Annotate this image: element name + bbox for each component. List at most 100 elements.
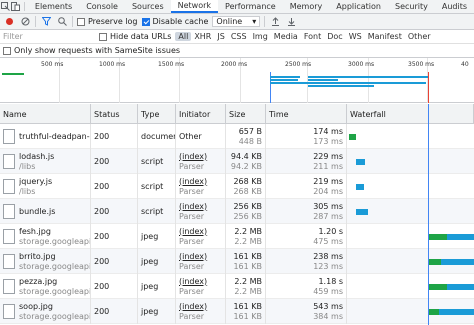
cell-type: script (138, 174, 176, 199)
cell-time: 174 ms 173 ms (266, 124, 347, 149)
cell-type: script (138, 199, 176, 224)
name-wrap: bundle.js (3, 199, 90, 224)
type-filter-doc[interactable]: Doc (324, 32, 345, 41)
name-wrap: soop.jpg storage.googleapi... (3, 299, 90, 324)
request-path: storage.googleapi... (19, 286, 90, 296)
cell-type: jpeg (138, 299, 176, 324)
initiator-value[interactable]: (index) (179, 227, 225, 237)
tab-elements[interactable]: Elements (28, 0, 79, 13)
cell-time: 238 ms 123 ms (266, 249, 347, 274)
toolbar-divider (35, 16, 36, 27)
clear-button[interactable] (19, 16, 31, 28)
table-body: truthful-deadpan-... 200 document Other … (0, 124, 474, 324)
waterfall-bar-download[interactable] (447, 234, 474, 240)
tab-sources[interactable]: Sources (125, 0, 171, 13)
cell-initiator: (index) Parser (176, 224, 226, 249)
type-filter-manifest[interactable]: Manifest (365, 32, 405, 41)
inspect-element-icon[interactable] (0, 0, 11, 13)
samesite-checkbox[interactable]: Only show requests with SameSite issues (3, 46, 180, 55)
waterfall-bar[interactable] (356, 209, 368, 215)
type-filter-css[interactable]: CSS (228, 32, 250, 41)
waterfall-bar-waiting[interactable] (429, 309, 439, 315)
filter-input[interactable]: Filter (3, 32, 93, 41)
tab-console[interactable]: Console (79, 0, 125, 13)
table-row[interactable]: lodash.js /libs 200 script (index) Parse… (0, 149, 474, 174)
waterfall-bar-download[interactable] (439, 309, 474, 315)
table-row[interactable]: truthful-deadpan-... 200 document Other … (0, 124, 474, 149)
cell-type: jpeg (138, 224, 176, 249)
preserve-log-label: Preserve log (88, 17, 138, 26)
table-row[interactable]: bundle.js 200 script (index) Parser 256 … (0, 199, 474, 224)
initiator-value[interactable]: (index) (179, 177, 225, 187)
initiator-value[interactable]: (index) (179, 302, 225, 312)
cell-status: 200 (91, 249, 138, 274)
request-name: bundle.js (19, 206, 56, 216)
column-header-type[interactable]: Type (138, 104, 176, 124)
overview-bar (308, 79, 338, 81)
type-filter-ws[interactable]: WS (346, 32, 365, 41)
type-filter-img[interactable]: Img (250, 32, 271, 41)
search-button[interactable] (56, 16, 68, 28)
cell-status: 200 (91, 224, 138, 249)
table-row[interactable]: jquery.js /libs 200 script (index) Parse… (0, 174, 474, 199)
samesite-row: Only show requests with SameSite issues (0, 44, 474, 58)
checkbox-box-checked (141, 17, 150, 26)
cell-name: jquery.js /libs (0, 174, 91, 199)
throttle-select[interactable]: Online ▾ (212, 16, 261, 27)
waterfall-bar-waiting[interactable] (429, 284, 447, 290)
cell-status: 200 (91, 124, 138, 149)
waterfall-bar[interactable] (356, 159, 365, 165)
time-sub: 475 ms (313, 236, 343, 246)
disable-cache-checkbox[interactable]: Disable cache (141, 17, 208, 26)
tab-audits[interactable]: Audits (435, 0, 474, 13)
tab-application[interactable]: Application (329, 0, 388, 13)
waterfall-bar-waiting[interactable] (429, 234, 447, 240)
initiator-value[interactable]: (index) (179, 152, 225, 162)
waterfall-bar-download[interactable] (441, 259, 474, 265)
overview-bar (270, 76, 300, 78)
initiator-value[interactable]: (index) (179, 202, 225, 212)
column-header-name[interactable]: Name (0, 104, 91, 124)
time-sub: 384 ms (313, 311, 343, 321)
record-button[interactable] (3, 16, 15, 28)
cell-time: 305 ms 287 ms (266, 199, 347, 224)
preserve-log-checkbox[interactable]: Preserve log (77, 17, 138, 26)
waterfall-bar[interactable] (349, 134, 356, 140)
tab-security[interactable]: Security (388, 0, 435, 13)
import-har-button[interactable] (269, 16, 281, 28)
filter-toggle-button[interactable] (40, 16, 52, 28)
table-row[interactable]: pezza.jpg storage.googleapi... 200 jpeg … (0, 274, 474, 299)
column-header-status[interactable]: Status (91, 104, 138, 124)
tab-network[interactable]: Network (170, 0, 219, 13)
tab-performance[interactable]: Performance (218, 0, 283, 13)
table-row[interactable]: fesh.jpg storage.googleapi... 200 jpeg (… (0, 224, 474, 249)
type-filter-font[interactable]: Font (301, 32, 324, 41)
type-filter-xhr[interactable]: XHR (191, 32, 214, 41)
image-file-icon (3, 279, 15, 294)
initiator-value[interactable]: (index) (179, 277, 225, 287)
checkbox-box (77, 17, 85, 26)
table-row[interactable]: brrito.jpg storage.googleapi... 200 jpeg… (0, 249, 474, 274)
type-filter-other[interactable]: Other (405, 32, 434, 41)
waterfall-bar-waiting[interactable] (429, 259, 441, 265)
initiator-value[interactable]: (index) (179, 252, 225, 262)
table-row[interactable]: soop.jpg storage.googleapi... 200 jpeg (… (0, 299, 474, 324)
type-filter-all[interactable]: All (175, 32, 192, 41)
tab-memory[interactable]: Memory (283, 0, 330, 13)
name-wrap: fesh.jpg storage.googleapi... (3, 224, 90, 249)
size-sub: 2.2 MB (234, 286, 262, 296)
type-filter-media[interactable]: Media (271, 32, 301, 41)
waterfall-bar[interactable] (356, 184, 364, 190)
filter-icon (41, 17, 51, 26)
column-header-initiator[interactable]: Initiator (176, 104, 226, 124)
type-filter-js[interactable]: JS (214, 32, 227, 41)
export-har-button[interactable] (285, 16, 297, 28)
device-toolbar-icon[interactable] (11, 0, 22, 13)
column-header-size[interactable]: Size (226, 104, 266, 124)
waterfall-bar-download[interactable] (447, 284, 474, 290)
network-overview[interactable]: 500 ms 1000 ms 1500 ms 2000 ms 2500 ms 3… (0, 58, 474, 103)
time-value: 1.18 s (318, 276, 343, 286)
hide-data-urls-checkbox[interactable]: Hide data URLs (99, 32, 171, 41)
column-header-waterfall[interactable]: Waterfall (347, 104, 474, 124)
column-header-time[interactable]: Time (266, 104, 347, 124)
